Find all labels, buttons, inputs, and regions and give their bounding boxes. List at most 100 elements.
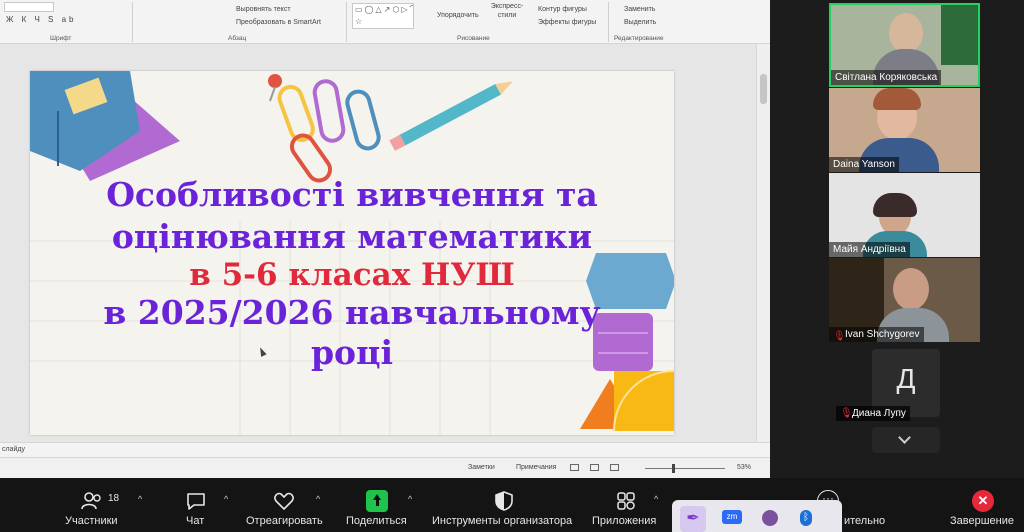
participants-video-panel: Світлана Коряковська Daina Yanson Майя А… xyxy=(770,0,1024,478)
notes-pane[interactable]: слайду xyxy=(0,442,770,457)
participants-count: 18 xyxy=(108,493,120,504)
slide-title-line-3: в 5-6 класах НУШ xyxy=(189,257,515,293)
pen-app-icon[interactable]: ✒ xyxy=(680,506,706,532)
slide-editing-area: Особливості вивчення та оцінювання матем… xyxy=(0,44,756,442)
ribbon-divider xyxy=(132,2,133,42)
shapes-gallery[interactable]: ▭◯△↗⬡▷⌒↺{}☆ xyxy=(352,3,414,29)
shape-outline-button[interactable]: Контур фигуры xyxy=(538,6,587,13)
participant-figure xyxy=(889,13,923,53)
avatar-name-label: 🎙 Диана Лупу xyxy=(836,406,910,421)
slide-title-line-4: в 2025/2026 навчальному xyxy=(103,293,601,332)
shape-effects-button[interactable]: Эффекты фигуры xyxy=(538,19,596,26)
font-size-box[interactable] xyxy=(4,2,54,12)
more-label: ительно xyxy=(844,515,886,527)
pencil-illustration xyxy=(389,81,514,151)
drawing-group-label: Рисование xyxy=(457,35,490,42)
slide-sorter-icon[interactable] xyxy=(590,464,599,471)
participant-hair xyxy=(873,193,917,217)
ppt-status-bar: Заметки Примечания 53% xyxy=(0,457,770,478)
muted-mic-icon: 🎙 xyxy=(833,331,846,342)
chevron-up-icon[interactable]: ^ xyxy=(408,494,412,504)
muted-mic-icon: 🎙 xyxy=(840,408,853,419)
shield-icon xyxy=(495,491,513,511)
apps-icon xyxy=(617,492,635,510)
select-button[interactable]: Выделить xyxy=(624,19,656,26)
chevron-up-icon[interactable]: ^ xyxy=(224,494,228,504)
ribbon-divider xyxy=(608,2,609,42)
shared-screen: Ж К Ч S ab Шрифт Выровнять текст Преобра… xyxy=(0,0,770,478)
notes-hint: слайду xyxy=(2,446,25,453)
video-tile-svitlana[interactable]: Світлана Коряковська xyxy=(829,3,980,87)
scrollbar-thumb[interactable] xyxy=(760,74,767,104)
panel-expand-button[interactable] xyxy=(872,427,940,453)
participant-hair xyxy=(873,88,921,110)
apps-button[interactable]: Приложения ^ xyxy=(590,478,666,532)
slide-vertical-scrollbar[interactable] xyxy=(756,44,770,442)
zoom-slider-thumb[interactable] xyxy=(672,464,675,473)
participant-name: Майя Андріївна xyxy=(829,242,910,257)
participant-name: 🎙 Ivan Shchygorev xyxy=(829,327,924,342)
more-button[interactable]: ··· ительно xyxy=(800,478,885,532)
paragraph-group-label: Абзац xyxy=(228,35,247,42)
align-text-button[interactable]: Выровнять текст xyxy=(236,6,291,13)
end-label: Завершение xyxy=(950,515,1014,527)
participants-button[interactable]: 18 Участники ^ xyxy=(60,478,144,532)
react-label: Отреагировать xyxy=(246,515,323,527)
zoom-app-icon[interactable]: zm xyxy=(722,510,742,524)
video-tile-ivan[interactable]: 🎙 Ivan Shchygorev xyxy=(829,258,980,342)
heart-icon xyxy=(274,492,294,510)
participant-name-text: Диана Лупу xyxy=(852,408,906,419)
editing-group-label: Редактирование xyxy=(614,35,664,42)
ribbon-divider xyxy=(346,2,347,42)
notes-button[interactable]: Заметки xyxy=(468,464,495,471)
zoom-meeting-window: Ж К Ч S ab Шрифт Выровнять текст Преобра… xyxy=(0,0,1024,532)
participant-name: Daina Yanson xyxy=(829,157,899,172)
notebook-illustration xyxy=(30,71,180,181)
slide-title-line-5: році xyxy=(310,333,393,372)
slide-title-line-2: оцінювання математики xyxy=(111,217,593,256)
viber-icon[interactable] xyxy=(762,510,778,526)
video-tile-maiia[interactable]: Майя Андріївна xyxy=(829,173,980,257)
react-button[interactable]: Отреагировать ^ xyxy=(246,478,330,532)
participant-figure xyxy=(893,268,929,310)
slide-title-line-1: Особливості вивчення та xyxy=(106,175,598,214)
share-screen-icon xyxy=(366,490,388,512)
participant-name-text: Ivan Shchygorev xyxy=(845,329,920,340)
comments-button[interactable]: Примечания xyxy=(516,464,556,471)
chevron-up-icon[interactable]: ^ xyxy=(138,494,142,504)
chevron-up-icon[interactable]: ^ xyxy=(654,494,658,504)
chat-label: Чат xyxy=(186,515,205,527)
host-tools-label: Инструменты организатора xyxy=(432,515,573,527)
meeting-toolbar: 18 Участники ^ Чат ^ Отреагировать ^ Под… xyxy=(0,478,1024,532)
express-styles-button[interactable]: Экспресс-стили xyxy=(490,2,524,20)
participant-name: Світлана Коряковська xyxy=(831,70,942,85)
share-label: Поделиться xyxy=(346,515,407,527)
font-group-label: Шрифт xyxy=(50,35,72,42)
font-format-buttons[interactable]: Ж К Ч S ab xyxy=(6,15,77,24)
slide: Особливості вивчення та оцінювання матем… xyxy=(30,71,674,435)
host-tools-button[interactable]: Инструменты организатора xyxy=(430,478,580,532)
chevron-up-icon[interactable]: ^ xyxy=(316,494,320,504)
arrange-button[interactable]: Упорядочить xyxy=(437,12,479,19)
avatar-initial: Д xyxy=(896,363,916,394)
zoom-level[interactable]: 53% xyxy=(737,464,751,471)
normal-view-icon[interactable] xyxy=(570,464,579,471)
participants-icon xyxy=(81,492,101,510)
participants-label: Участники xyxy=(65,515,118,527)
ppt-ribbon: Ж К Ч S ab Шрифт Выровнять текст Преобра… xyxy=(0,0,770,44)
reading-view-icon[interactable] xyxy=(610,464,619,471)
end-meeting-button[interactable]: ✕ Завершение xyxy=(944,478,1024,532)
more-icon: ··· xyxy=(817,490,839,512)
smartart-button[interactable]: Преобразовать в SmartArt xyxy=(236,19,321,26)
whiteboard-background xyxy=(941,5,978,65)
paperclips-illustration xyxy=(277,79,381,183)
replace-button[interactable]: Заменить xyxy=(624,6,655,13)
video-tile-daina[interactable]: Daina Yanson xyxy=(829,88,980,172)
zoom-slider[interactable] xyxy=(645,468,725,469)
close-icon: ✕ xyxy=(972,490,994,512)
chat-icon xyxy=(187,493,205,510)
share-button[interactable]: Поделиться ^ xyxy=(344,478,424,532)
chat-button[interactable]: Чат ^ xyxy=(180,478,230,532)
chevron-down-icon xyxy=(898,431,911,444)
apps-label: Приложения xyxy=(592,515,657,527)
